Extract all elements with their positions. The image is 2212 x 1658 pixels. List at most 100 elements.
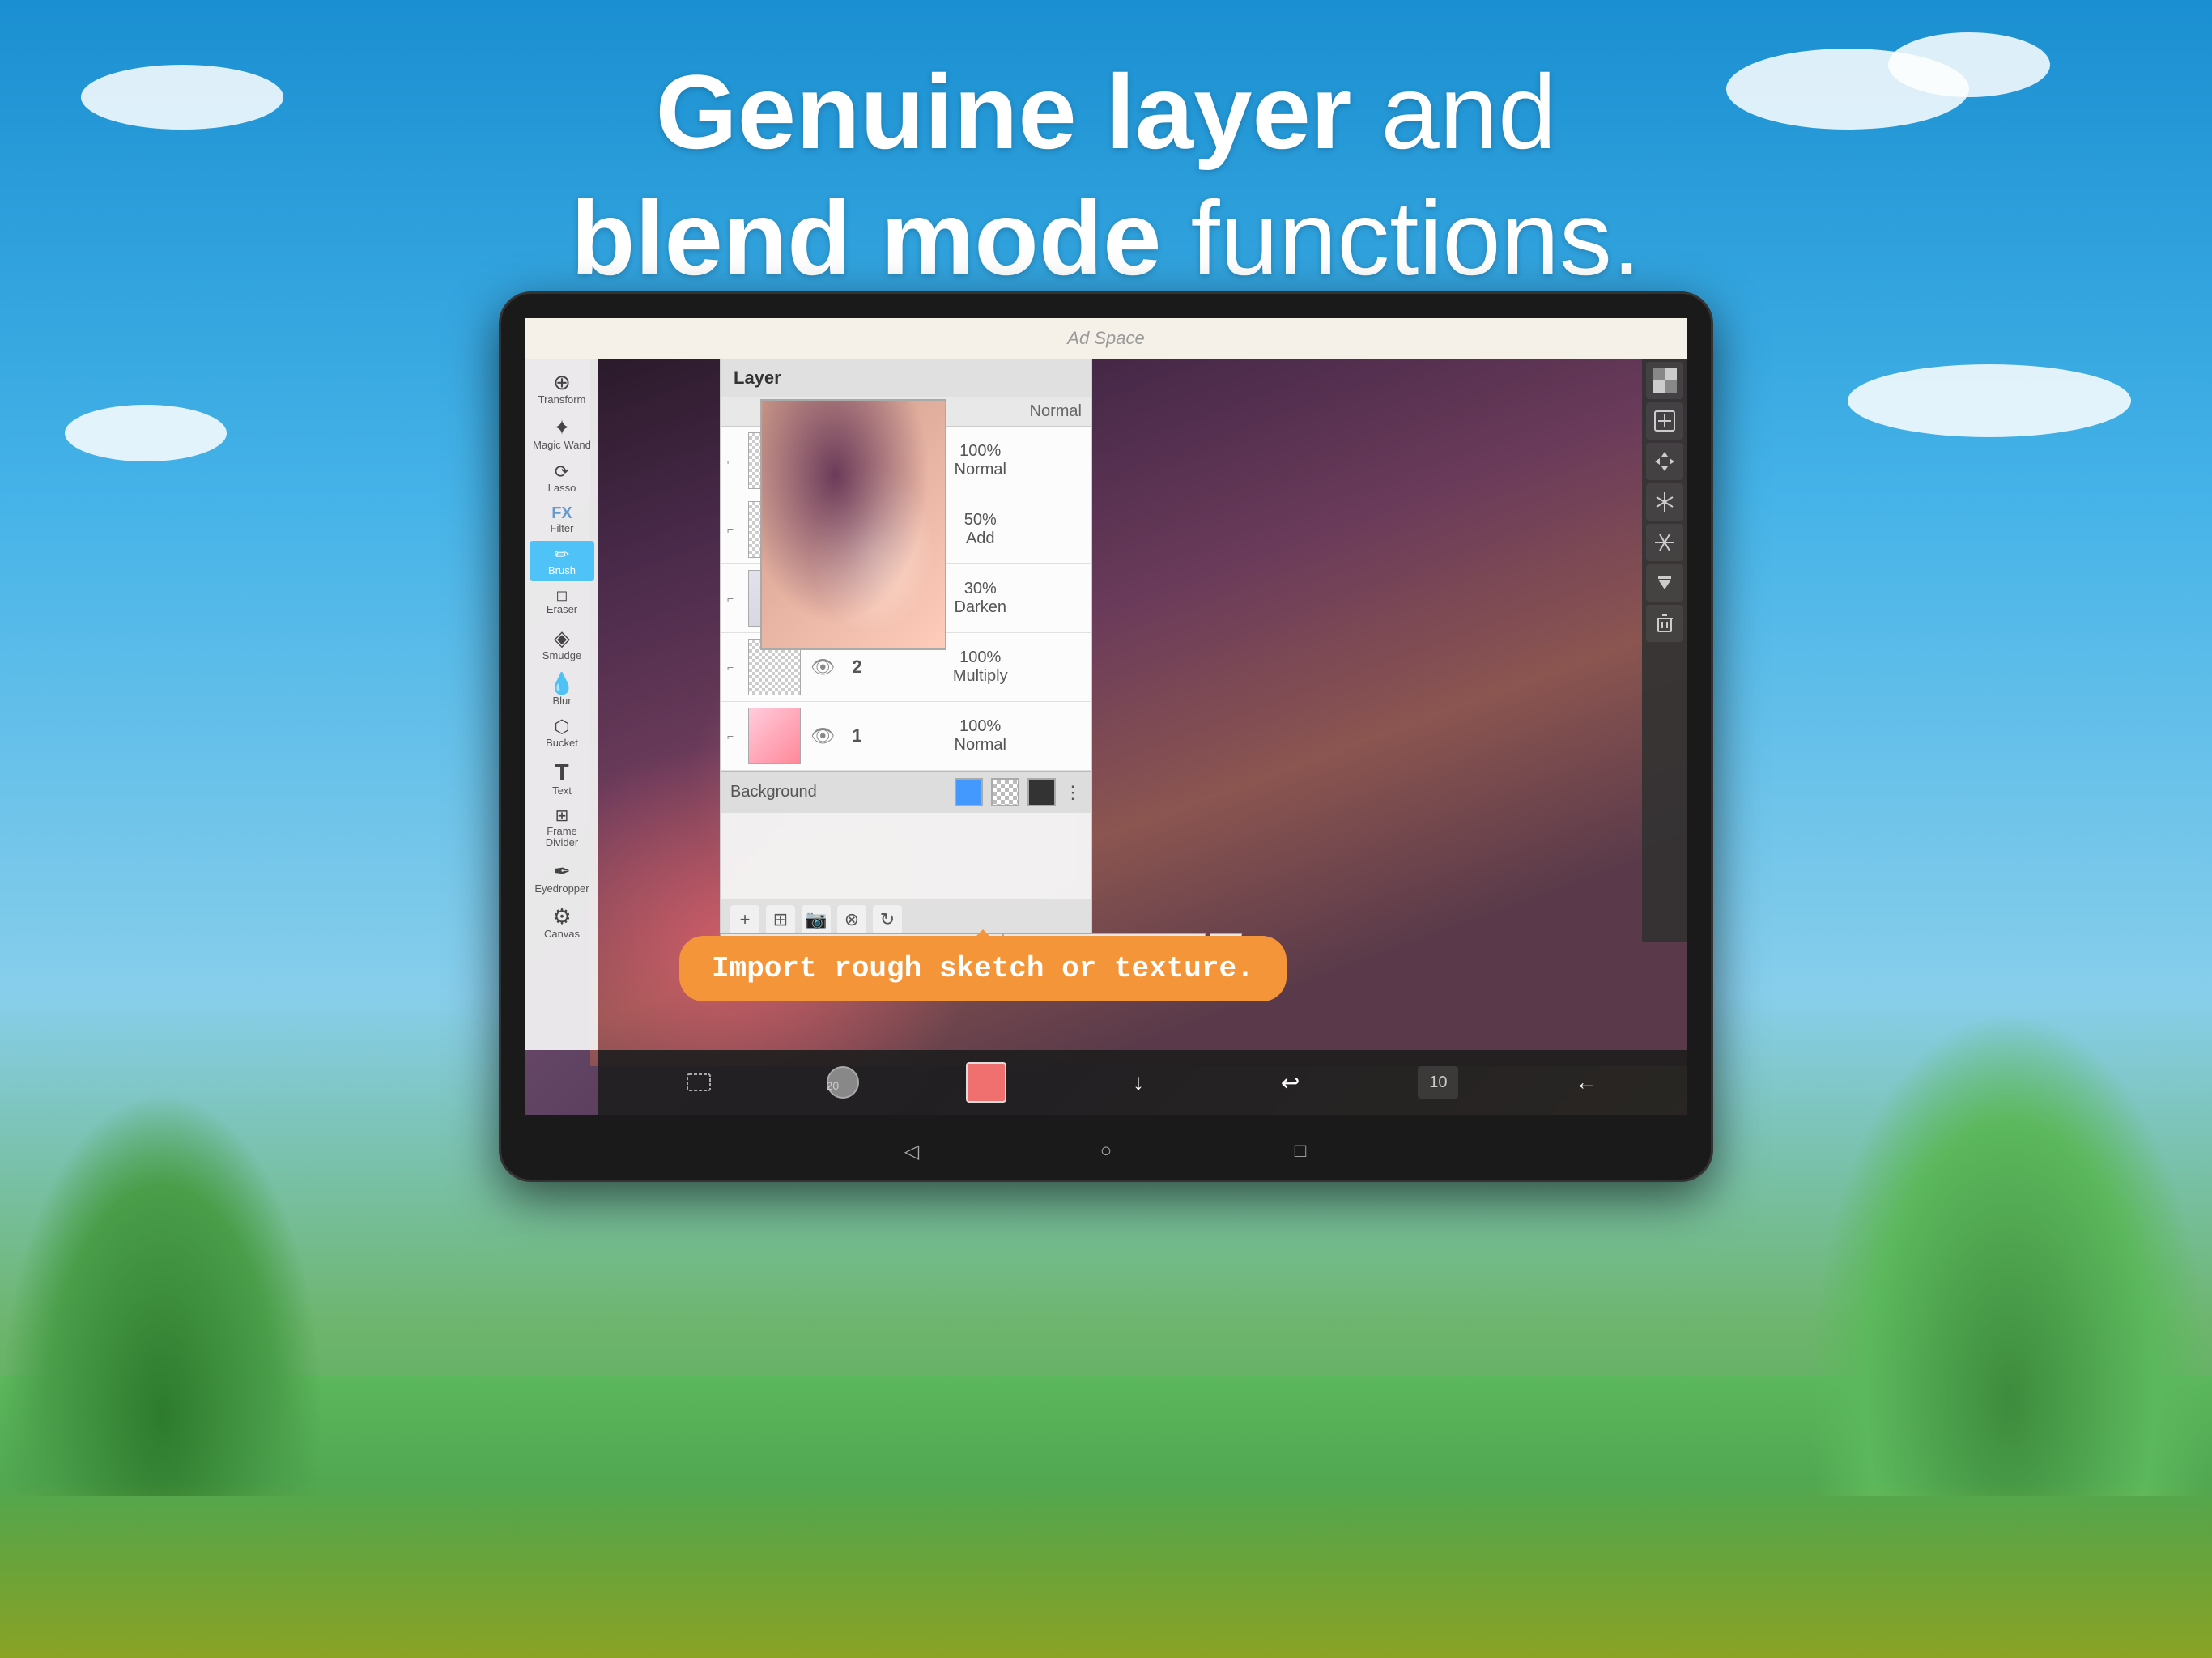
title-line-1: Genuine layer and [0,49,2212,175]
bg-more-options[interactable]: ⋮ [1064,782,1082,803]
trees-left [0,1091,324,1496]
layer-row[interactable]: ⌐ 👁 1 100% Normal [721,702,1091,771]
color-picker-btn[interactable] [962,1058,1010,1107]
bg-dark-swatch[interactable] [1027,778,1056,806]
tool-frame-divider[interactable]: ⊞ Frame Divider [530,803,594,854]
tool-brush[interactable]: ✏ Brush [530,541,594,581]
home-icon: ○ [1100,1140,1112,1163]
ad-space-label: Ad Space [1067,328,1144,349]
layer-num-2: 2 [844,657,869,678]
art-preview-thumbnail [760,399,946,650]
bg-color-blue[interactable] [955,778,983,806]
eyedropper-label: Eyedropper [534,883,589,895]
bg-checker-swatch[interactable] [991,778,1019,806]
android-nav-bar: ◁ ○ □ [525,1127,1687,1175]
recent-icon: □ [1295,1140,1307,1163]
title-normal-1: and [1381,53,1557,171]
layer-opacity-1: 100% [875,717,1085,736]
filter-label: Filter [551,523,574,534]
move-btn[interactable] [1646,443,1683,480]
download-btn[interactable]: ↓ [1114,1058,1163,1107]
brush-size-container: 20 [827,1066,859,1099]
text-label: Text [552,785,572,797]
blur-icon: 💧 [549,673,575,694]
tool-transform[interactable]: ⊕ Transform [530,367,594,410]
transform-label: Transform [538,394,586,406]
eyedropper-icon: ✒ [553,861,571,882]
tool-smudge[interactable]: ◈ Smudge [530,623,594,666]
add-layer-button[interactable]: + [730,905,759,934]
add-group-button[interactable]: ⊞ [766,905,795,934]
background-row[interactable]: Background ⋮ [721,771,1091,813]
tool-filter[interactable]: FX Filter [530,500,594,539]
background-label: Background [730,783,946,801]
title-bold-1: Genuine layer [656,53,1352,171]
art-preview-inner [762,401,945,648]
magic-wand-label: Magic Wand [533,440,591,451]
flip-h-btn[interactable] [1646,483,1683,521]
cloud-5 [1848,364,2131,437]
flowers [0,1480,2212,1658]
duplicate-layer-button[interactable]: ↻ [873,905,902,934]
layer-opacity-2: 100% [875,648,1085,667]
tool-magic-wand[interactable]: ✦ Magic Wand [530,412,594,456]
bottom-toolbar: 20 ↓ ↩ 10 ← [598,1050,1687,1115]
trees-right [1807,1010,2212,1496]
back-icon: ◁ [904,1140,919,1163]
transform-icon: ⊕ [553,372,571,393]
bucket-label: Bucket [546,738,578,749]
bucket-icon: ⬡ [554,718,569,736]
import-image-button[interactable]: 📷 [802,905,831,934]
selection-btn[interactable] [674,1058,723,1107]
layer-panel-title: Layer [734,368,781,388]
brush-icon: ✏ [555,546,569,563]
recent-nav-button[interactable]: □ [1284,1135,1317,1167]
back-btn[interactable]: ← [1562,1058,1610,1107]
canvas-label: Canvas [544,929,580,940]
layer-visibility-1[interactable]: 👁 [807,721,838,751]
layer-thumb-1 [748,708,801,764]
brush-label: Brush [548,565,576,576]
filter-icon: FX [551,505,572,521]
flip-v-btn[interactable] [1646,524,1683,561]
layer-count-btn[interactable]: 10 [1418,1066,1458,1099]
undo-btn[interactable]: ↩ [1266,1058,1315,1107]
home-nav-button[interactable]: ○ [1090,1135,1122,1167]
layer-info-1: 100% Normal [875,717,1085,755]
tool-eraser[interactable]: ◻ Eraser [530,583,594,620]
callout-tooltip: Import rough sketch or texture. [679,936,1287,1001]
magic-wand-icon: ✦ [553,417,571,438]
tool-blur[interactable]: 💧 Blur [530,668,594,712]
tool-eyedropper[interactable]: ✒ Eyedropper [530,856,594,899]
tool-text[interactable]: T Text [530,756,594,801]
tool-lasso[interactable]: ⟳ Lasso [530,458,594,499]
lasso-label: Lasso [548,483,576,494]
active-color-swatch[interactable] [966,1062,1006,1103]
back-nav-button[interactable]: ◁ [895,1135,928,1167]
move-layer-down-btn[interactable] [1646,564,1683,602]
tool-bucket[interactable]: ⬡ Bucket [530,713,594,754]
callout-text: Import rough sketch or texture. [712,952,1254,985]
ad-space-bar: Ad Space [525,318,1687,359]
title-bold-2: blend mode [571,179,1161,297]
delete-layer-btn[interactable] [1646,605,1683,642]
combine-layers-button[interactable]: ⊗ [837,905,866,934]
layer-corner-3: ⌐ [727,592,742,605]
checkerboard-btn[interactable] [1646,362,1683,399]
text-icon: T [555,761,568,784]
cloud-4 [65,405,227,461]
layer-blend-1: Normal [875,736,1085,755]
tablet-screen: Ad Space ⊕ Transform ✦ Magic Wand ⟳ [525,318,1687,1115]
eraser-label: Eraser [547,604,577,615]
layer-blend-2: Multiply [875,667,1085,686]
layer-corner-1: ⌐ [727,729,742,742]
tool-canvas[interactable]: ⚙ Canvas [530,901,594,945]
title-area: Genuine layer and blend mode functions. [0,49,2212,301]
title-line-2: blend mode functions. [0,175,2212,301]
layer-info-2: 100% Multiply [875,648,1085,686]
layer-num-1: 1 [844,725,869,746]
merge-all-btn[interactable] [1646,402,1683,440]
layer-visibility-2[interactable]: 👁 [807,653,838,682]
smudge-label: Smudge [542,650,581,661]
brush-size-number: 20 [827,1079,840,1092]
